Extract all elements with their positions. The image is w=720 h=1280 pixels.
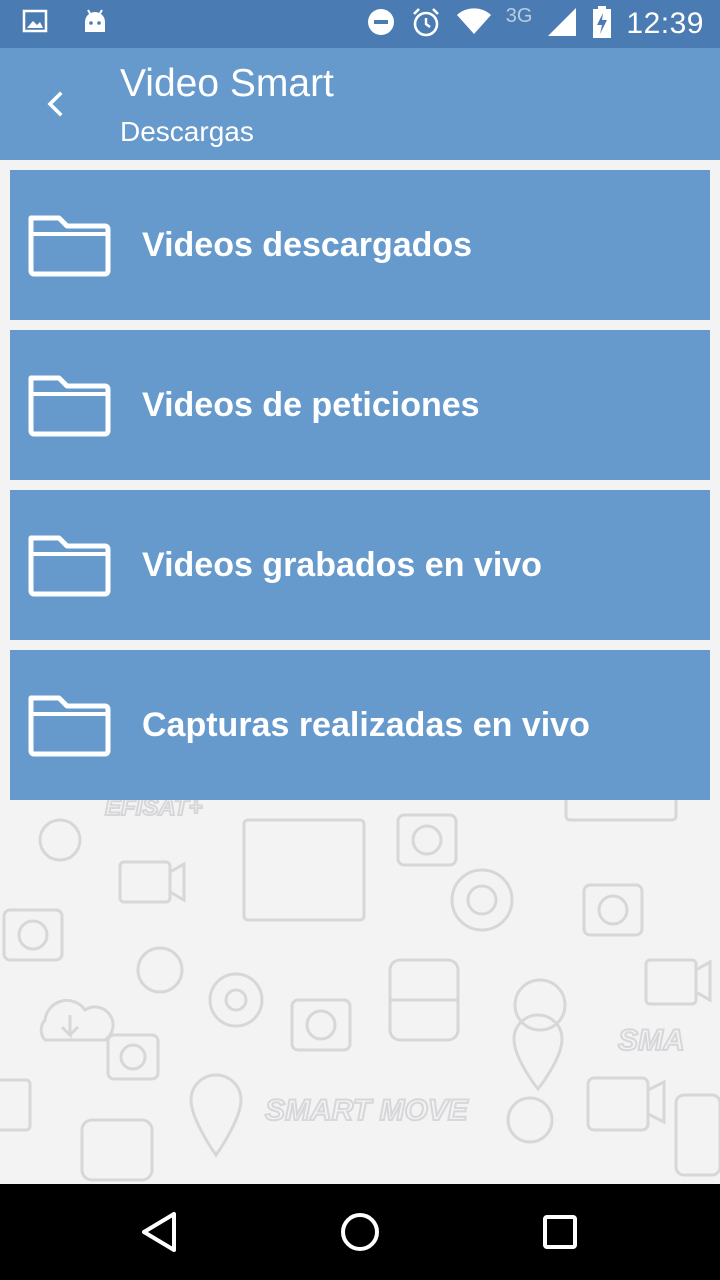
chevron-left-icon bbox=[47, 91, 63, 117]
folder-item-capturas-realizadas-en-vivo[interactable]: Capturas realizadas en vivo bbox=[10, 650, 710, 800]
signal-icon bbox=[546, 6, 578, 43]
folder-label: Videos de peticiones bbox=[142, 385, 480, 424]
nav-recents-button[interactable] bbox=[536, 1208, 584, 1256]
circle-home-icon bbox=[341, 1213, 379, 1251]
folder-icon bbox=[27, 212, 111, 283]
folder-list: Videos descargados Videos de peticiones … bbox=[10, 170, 710, 810]
app-bar: Video Smart Descargas bbox=[0, 48, 720, 160]
folder-item-videos-descargados[interactable]: Videos descargados bbox=[10, 170, 710, 320]
folder-icon bbox=[27, 372, 111, 443]
battery-charging-icon bbox=[592, 5, 612, 43]
svg-text:SMA: SMA bbox=[618, 1024, 685, 1057]
page-subtitle: Descargas bbox=[120, 116, 254, 147]
clock: 12:39 bbox=[626, 7, 704, 40]
do-not-disturb-icon bbox=[366, 7, 396, 42]
folder-icon bbox=[27, 532, 111, 603]
triangle-back-icon bbox=[142, 1212, 176, 1252]
navigation-bar bbox=[0, 1184, 720, 1280]
wifi-icon bbox=[456, 7, 492, 41]
alarm-icon bbox=[410, 6, 442, 43]
folder-item-videos-de-peticiones[interactable]: Videos de peticiones bbox=[10, 330, 710, 480]
folder-label: Videos descargados bbox=[142, 225, 473, 264]
square-recents-icon bbox=[543, 1215, 577, 1249]
image-icon bbox=[22, 8, 48, 39]
status-right: 3G 12:39 bbox=[366, 0, 704, 48]
svg-text:SMART MOVE: SMART MOVE bbox=[265, 1094, 469, 1127]
status-bar: 3G 12:39 bbox=[0, 0, 720, 48]
folder-item-videos-grabados-en-vivo[interactable]: Videos grabados en vivo bbox=[10, 490, 710, 640]
android-icon bbox=[82, 8, 108, 39]
nav-back-button[interactable] bbox=[136, 1208, 184, 1256]
folder-label: Capturas realizadas en vivo bbox=[142, 705, 590, 744]
nav-home-button[interactable] bbox=[336, 1208, 384, 1256]
status-left bbox=[22, 8, 108, 39]
folder-label: Videos grabados en vivo bbox=[142, 545, 542, 584]
folder-icon bbox=[27, 692, 111, 763]
back-button[interactable] bbox=[28, 76, 84, 132]
network-type: 3G bbox=[505, 4, 533, 27]
page-title: Video Smart bbox=[120, 62, 334, 105]
